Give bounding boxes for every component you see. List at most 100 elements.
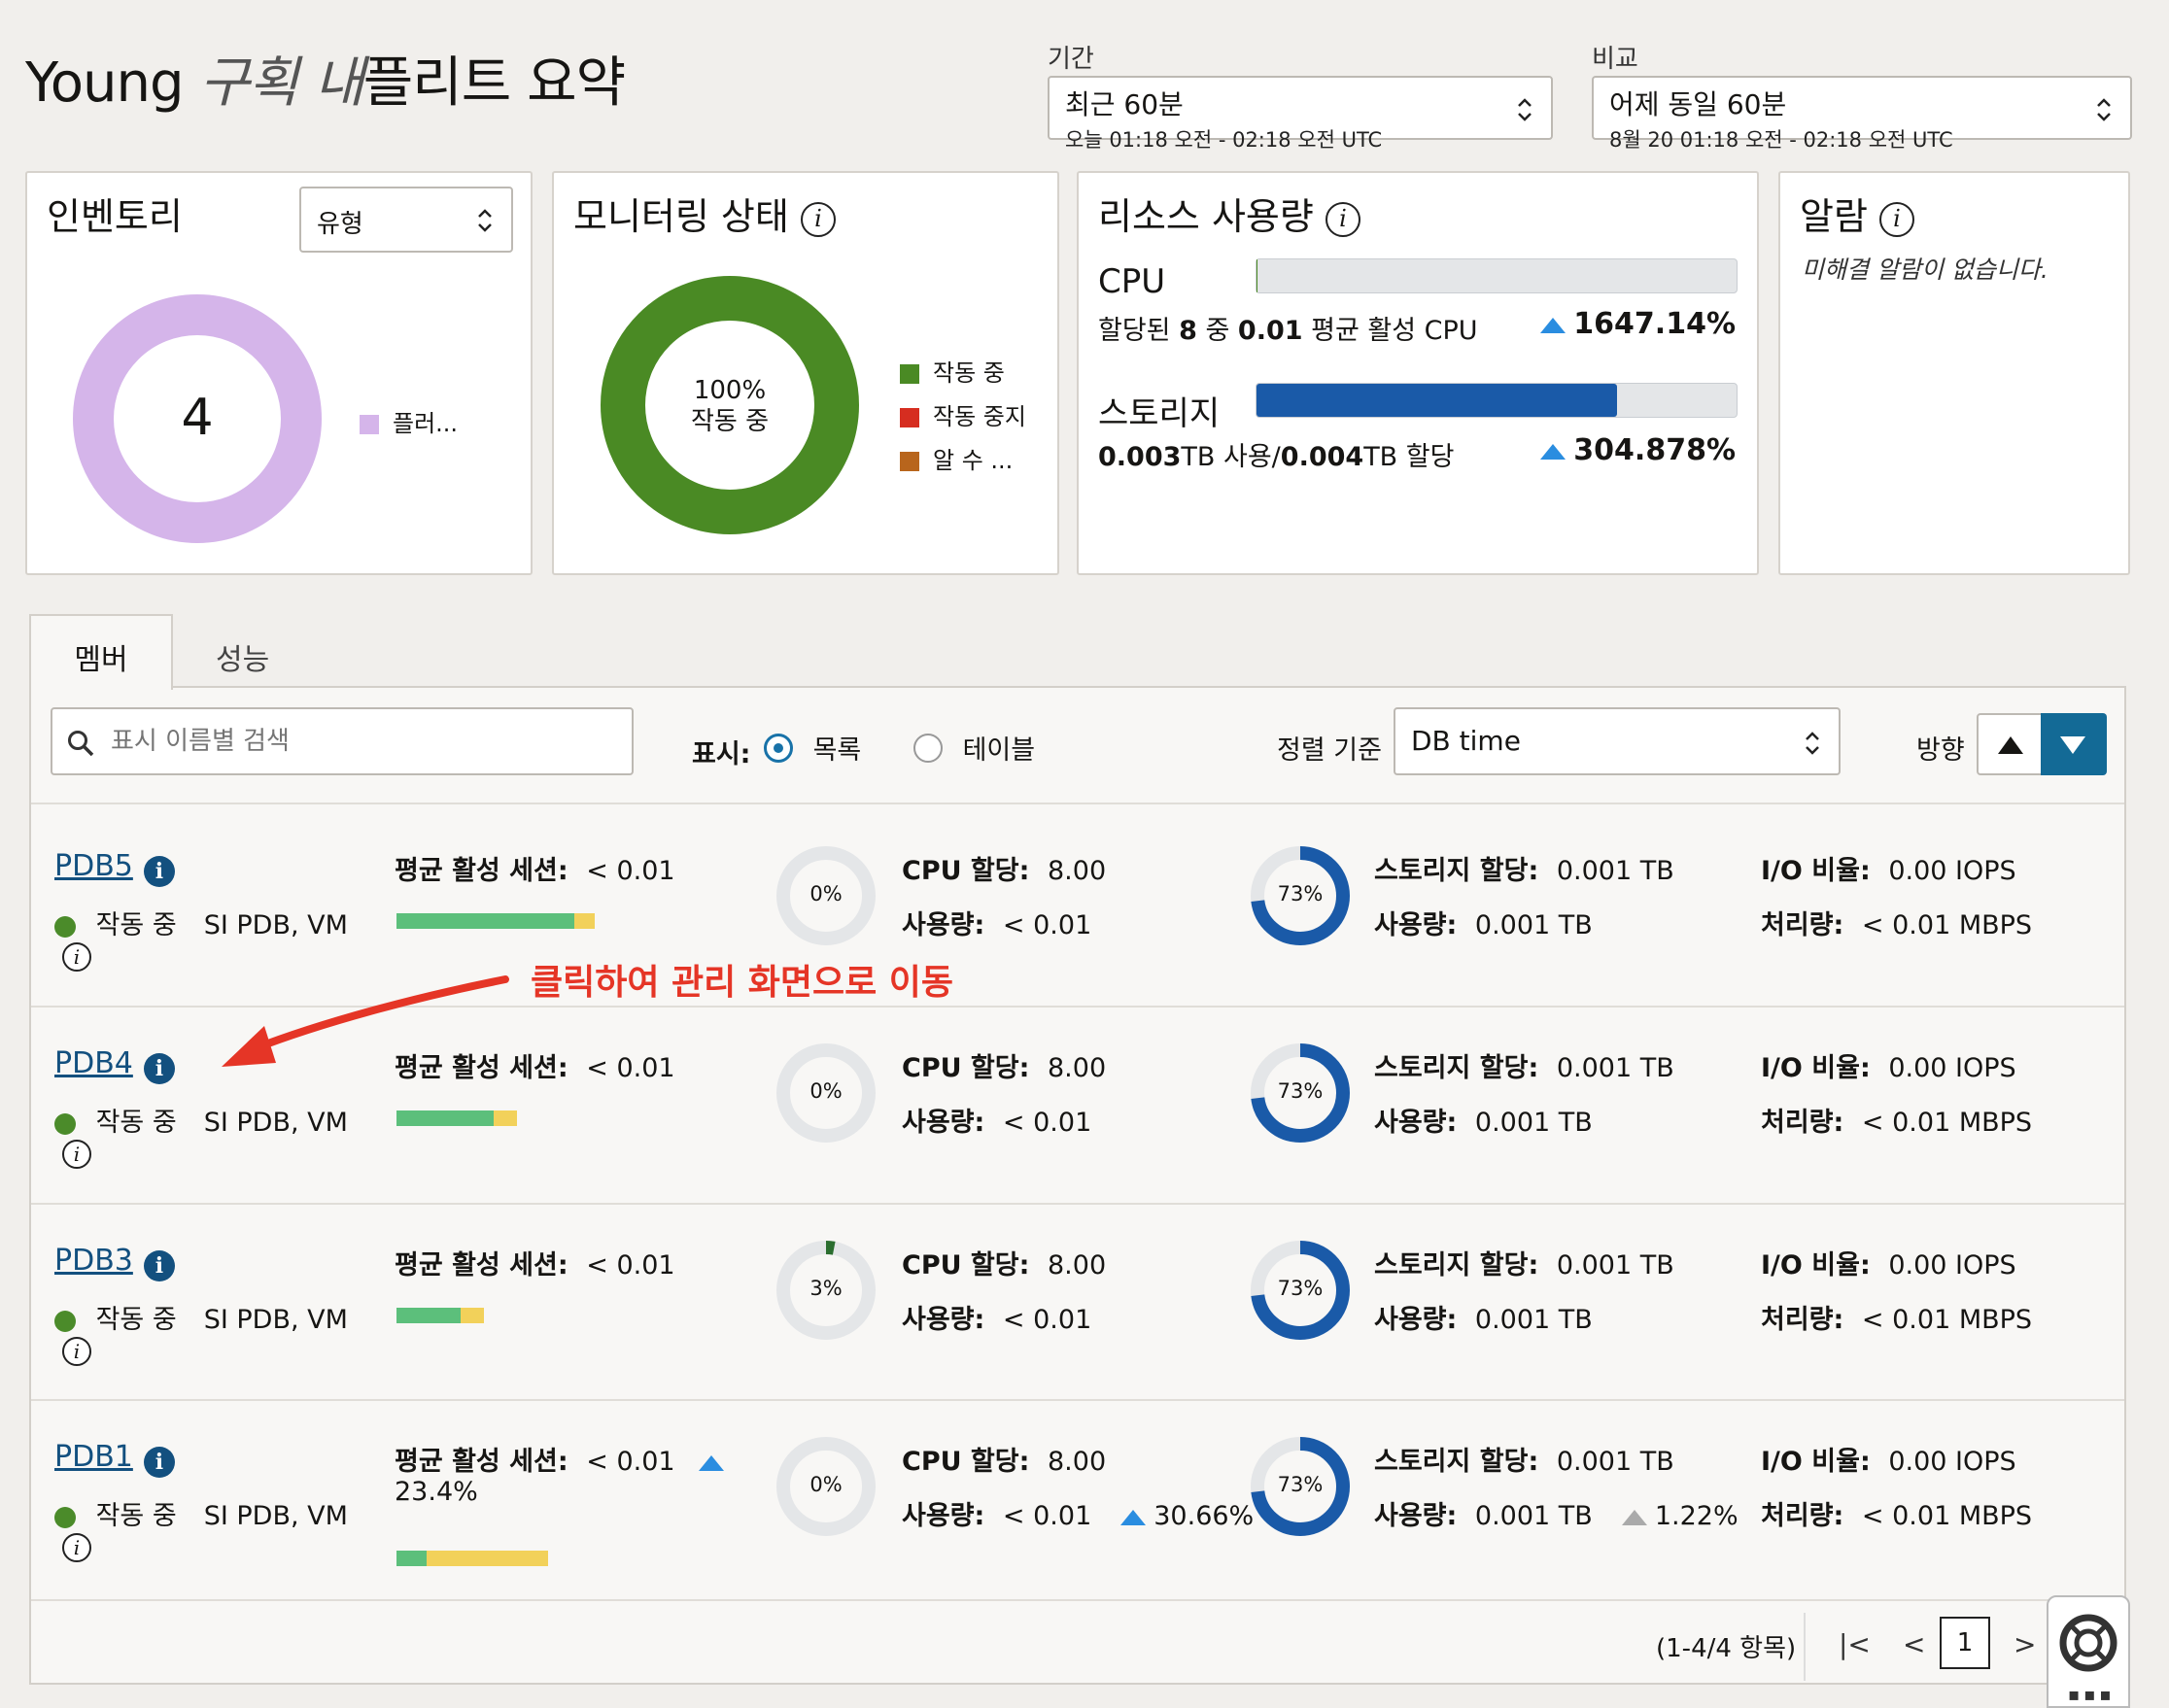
storage-usage-label: 사용량: <box>1374 910 1458 940</box>
select-chevron-icon <box>1518 98 1532 121</box>
io-cell: I/O 비율: 0.00 IOPS <box>1761 1046 2016 1084</box>
compare-select[interactable]: 어제 동일 60분 8월 20 01:18 오전 - 02:18 오전 UTC <box>1592 76 2132 152</box>
member-name-link[interactable]: PDB4 <box>54 1046 133 1080</box>
storage-used-unit: TB 사용/ <box>1181 442 1281 472</box>
compare-range: 8월 20 01:18 오전 - 02:18 오전 UTC <box>1609 128 1953 152</box>
title-suffix: 플리트 요약 <box>362 51 626 115</box>
sort-value: DB time <box>1411 725 1521 757</box>
inventory-legend-label: 플러... <box>393 410 459 437</box>
tab-members[interactable]: 멤버 <box>29 614 173 690</box>
info-icon[interactable]: i <box>1879 201 1915 237</box>
cpu-detail-mid: 중 <box>1196 316 1238 346</box>
search-input[interactable] <box>111 721 616 762</box>
period-value: 최근 60분 <box>1065 88 1184 120</box>
monitoring-center-pct: 100% <box>693 376 767 405</box>
throughput-cell: 처리량: < 0.01 MBPS <box>1761 904 2032 941</box>
monitoring-title: 모니터링 상태 i <box>573 187 836 240</box>
storage-usage-cell: 사용량: 0.001 TB <box>1374 1298 1593 1336</box>
io-value: 0.00 IOPS <box>1888 856 2016 886</box>
title-compartment: 구획 내 <box>199 51 363 115</box>
member-name-link[interactable]: PDB3 <box>54 1244 133 1278</box>
cpu-detail-used: 0.01 <box>1237 316 1303 346</box>
sort-select[interactable]: DB time <box>1394 707 1841 775</box>
storage-usage-cell: 사용량: 0.001 TB <box>1374 904 1593 941</box>
first-page-icon[interactable]: |< <box>1839 1628 1871 1660</box>
sessions-bar-wait <box>494 1110 517 1126</box>
help-widget[interactable]: ▪▪▪ <box>2047 1595 2130 1708</box>
storage-used: 0.003 <box>1098 442 1182 472</box>
member-type: SI PDB, VM <box>203 910 348 940</box>
period-select[interactable]: 최근 60분 오늘 01:18 오전 - 02:18 오전 UTC <box>1048 76 1553 152</box>
member-info-button[interactable]: i <box>62 1337 91 1366</box>
member-type: SI PDB, VM <box>203 1501 348 1531</box>
cpu-usage-value: < 0.01 <box>1002 910 1092 940</box>
tab-members-label: 멤버 <box>74 643 128 677</box>
legend-swatch <box>900 408 919 427</box>
storage-usage-label: 사용량: <box>1374 1305 1458 1335</box>
member-name-link[interactable]: PDB5 <box>54 849 133 883</box>
cpu-usage-bar <box>1256 258 1738 293</box>
sessions-value: < 0.01 <box>586 1250 675 1281</box>
info-icon: i <box>62 1533 91 1562</box>
throughput-cell: 처리량: < 0.01 MBPS <box>1761 1101 2032 1139</box>
sessions-cell: 평균 활성 세션: < 0.01 <box>395 849 675 887</box>
select-chevron-icon <box>1806 732 1819 755</box>
storage-alloc-cell: 스토리지 할당: 0.001 TB <box>1374 1244 1674 1281</box>
member-info-button[interactable]: i <box>62 1140 91 1169</box>
info-filled-icon[interactable]: i <box>143 1446 175 1478</box>
info-icon[interactable]: i <box>1325 201 1360 237</box>
prev-page-icon[interactable]: < <box>1903 1628 1925 1660</box>
row-divider <box>31 1599 2124 1601</box>
triangle-up-icon <box>1998 736 2023 754</box>
cpu-usage-value: < 0.01 <box>1002 1108 1092 1138</box>
cpu-donut-label: 0% <box>809 1079 843 1103</box>
sessions-label: 평균 활성 세션: <box>395 856 568 886</box>
sort-descending-button[interactable] <box>2041 713 2107 775</box>
member-info-button[interactable]: i <box>62 1533 91 1562</box>
alarms-title: 알람 i <box>1800 187 1915 240</box>
view-table-radio[interactable]: 테이블 <box>913 729 1035 767</box>
next-page-icon[interactable]: > <box>2014 1628 2036 1660</box>
cpu-alloc-cell: CPU 할당: 8.00 <box>902 849 1106 887</box>
increase-icon <box>1120 1509 1147 1525</box>
storage-usage-fill <box>1257 384 1617 417</box>
cpu-detail: 할당된 8 중 0.01 평균 활성 CPU <box>1098 309 1478 347</box>
storage-alloc-value: 0.001 TB <box>1556 1250 1674 1281</box>
storage-alloc-cell: 스토리지 할당: 0.001 TB <box>1374 849 1674 887</box>
sessions-value: < 0.01 <box>586 1447 675 1477</box>
info-icon[interactable]: i <box>800 201 836 237</box>
cpu-donut-label: 0% <box>809 1473 843 1496</box>
sort-ascending-button[interactable] <box>1977 713 2043 775</box>
period-range: 오늘 01:18 오전 - 02:18 오전 UTC <box>1065 128 1383 152</box>
io-label: I/O 비율: <box>1761 1447 1871 1477</box>
radio-selected-icon <box>764 733 793 763</box>
sessions-change: 23.4% <box>395 1477 478 1507</box>
member-info-button[interactable]: i <box>62 942 91 972</box>
info-filled-icon[interactable]: i <box>143 855 175 887</box>
status-running-icon <box>54 1112 76 1135</box>
cpu-usage-value: < 0.01 <box>1002 1305 1092 1335</box>
info-filled-icon[interactable]: i <box>143 1052 175 1084</box>
io-cell: I/O 비율: 0.00 IOPS <box>1761 849 2016 887</box>
info-filled-icon[interactable]: i <box>143 1249 175 1281</box>
sessions-cell: 평균 활성 세션: < 0.01 <box>395 1244 675 1281</box>
cpu-alloc-label: CPU 할당: <box>902 1053 1030 1083</box>
member-name-link[interactable]: PDB1 <box>54 1440 133 1474</box>
compare-value: 어제 동일 60분 <box>1609 88 1787 120</box>
storage-donut-label: 73% <box>1277 1277 1324 1300</box>
tab-performance[interactable]: 성능 <box>216 635 269 678</box>
cpu-usage-label: 사용량: <box>902 910 985 940</box>
storage-usage-label: 사용량: <box>1374 1501 1458 1531</box>
storage-alloc-value: 0.001 TB <box>1556 1053 1674 1083</box>
legend-label: 작동 중 <box>933 359 1005 387</box>
view-list-radio[interactable]: 목록 <box>764 729 861 767</box>
cpu-alloc-value: 8.00 <box>1048 856 1107 886</box>
page-number-input[interactable]: 1 <box>1940 1617 1990 1669</box>
storage-donut-label: 73% <box>1277 882 1324 905</box>
storage-usage-bar <box>1256 383 1738 418</box>
cpu-donut-label: 3% <box>809 1277 843 1300</box>
storage-alloc-label: 스토리지 할당: <box>1374 1053 1539 1083</box>
storage-alloc-label: 스토리지 할당: <box>1374 856 1539 886</box>
inventory-type-select[interactable]: 유형 <box>299 187 513 253</box>
member-status-label: 작동 중 <box>95 1108 177 1138</box>
